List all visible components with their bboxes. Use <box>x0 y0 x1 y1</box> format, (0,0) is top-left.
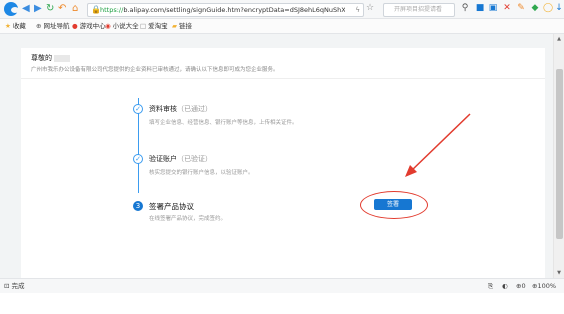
status-icon-2[interactable]: ◐ <box>502 279 508 293</box>
back-icon[interactable]: ◀ <box>22 3 30 15</box>
search-input[interactable]: 开屏项目招提请看 <box>383 3 455 17</box>
globe-icon: ⊕ <box>36 22 42 30</box>
browser-toolbar: ◀ ▶ ↻ ↶ ⌂ 🔒 https://b.alipay.com/settlin… <box>0 0 564 19</box>
bookmark-star-icon[interactable]: ☆ <box>366 3 374 13</box>
toolbar-grid-icon[interactable]: ▣ <box>488 3 498 13</box>
browser-logo-icon <box>4 2 19 16</box>
bookmark-taobao[interactable]: □ 爱淘宝 <box>140 19 168 33</box>
bookmarks-bar: ★ 收藏 ⊕ 网址导航 ● 游戏中心 ◉ 小说大全 □ 爱淘宝 ▰ 链接 <box>0 19 564 34</box>
scroll-thumb[interactable] <box>556 69 563 239</box>
bookmark-novels[interactable]: ◉ 小说大全 <box>105 19 139 33</box>
status-bar: ⊡ 完成 ⎘ ◐ ⊕0 ⊕100% <box>0 278 564 293</box>
vertical-scrollbar[interactable]: ▲ ▼ <box>553 34 564 278</box>
bookmark-links[interactable]: ▰ 链接 <box>172 19 192 33</box>
toolbar-brush-icon[interactable]: ✎ <box>516 3 526 13</box>
toolbar-app-icon[interactable]: ■ <box>475 3 485 13</box>
home-icon[interactable]: ⌂ <box>72 3 78 15</box>
lightning-icon[interactable]: ϟ <box>355 4 360 16</box>
toolbar-shield-icon[interactable]: ◆ <box>530 3 540 13</box>
status-count[interactable]: ⊕0 <box>516 279 526 293</box>
toolbar-tools-icon[interactable]: ✕ <box>502 3 512 13</box>
search-icon[interactable]: ⚲ <box>460 3 470 13</box>
annotation-arrow <box>405 113 471 177</box>
scroll-up-icon[interactable]: ▲ <box>555 36 563 42</box>
book-icon: ◉ <box>105 22 111 30</box>
folder-icon: ▰ <box>172 22 177 30</box>
scroll-down-icon[interactable]: ▼ <box>555 270 563 276</box>
bookmark-nav[interactable]: ⊕ 网址导航 <box>36 19 69 33</box>
page-icon: □ <box>140 22 147 30</box>
address-bar[interactable]: 🔒 https://b.alipay.com/settling/signGuid… <box>87 3 364 17</box>
bookmark-games[interactable]: ● 游戏中心 <box>72 19 106 33</box>
refresh-icon[interactable]: ↻ <box>46 3 54 15</box>
page-viewport: 尊敬的 广州市我乐办公设备有限公司代您提供的企业资料已审核通过，请确认以下信息即… <box>0 34 564 278</box>
url-text: https://b.alipay.com/settling/signGuide.… <box>100 6 345 14</box>
star-icon: ★ <box>5 22 11 30</box>
bookmark-favorites[interactable]: ★ 收藏 <box>5 19 26 33</box>
forward-icon[interactable]: ▶ <box>34 3 42 15</box>
status-icon-1[interactable]: ⎘ <box>488 279 493 293</box>
status-text: ⊡ 完成 <box>4 282 25 290</box>
toolbar-smile-icon[interactable]: ◯ <box>543 3 553 13</box>
download-icon[interactable]: ↓ <box>554 3 564 13</box>
game-icon: ● <box>72 22 78 30</box>
undo-icon[interactable]: ↶ <box>58 3 66 15</box>
zoom-level[interactable]: ⊕100% <box>532 279 556 293</box>
